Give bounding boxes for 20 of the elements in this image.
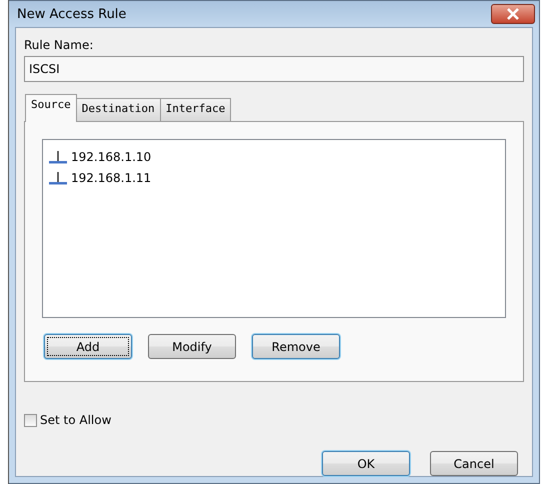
dialog-button[interactable]: Remove: [252, 334, 340, 359]
rule-name-label: Rule Name:: [24, 38, 94, 52]
window-title: New Access Rule: [16, 6, 126, 22]
network-icon: [48, 170, 68, 184]
close-button[interactable]: [491, 4, 535, 24]
network-icon: [48, 150, 68, 164]
tab[interactable]: Source: [25, 94, 77, 122]
close-icon: [506, 8, 520, 20]
rule-name-field[interactable]: ISCSI: [24, 56, 524, 82]
dialog-button[interactable]: OK: [322, 451, 410, 476]
ip-address[interactable]: 192.168.1.10: [71, 150, 152, 164]
dialog-button[interactable]: Add: [44, 334, 132, 359]
dialog-button[interactable]: Cancel: [430, 451, 518, 476]
tab[interactable]: Destination: [76, 98, 161, 121]
ip-address[interactable]: 192.168.1.11: [71, 170, 152, 184]
checkbox-label[interactable]: Set to Allow: [40, 413, 112, 427]
tab[interactable]: Interface: [160, 98, 232, 121]
source-list[interactable]: 192.168.1.10 192.168.1.11: [42, 139, 506, 318]
dialog-button[interactable]: Modify: [148, 334, 236, 359]
checkbox[interactable]: [24, 414, 37, 426]
